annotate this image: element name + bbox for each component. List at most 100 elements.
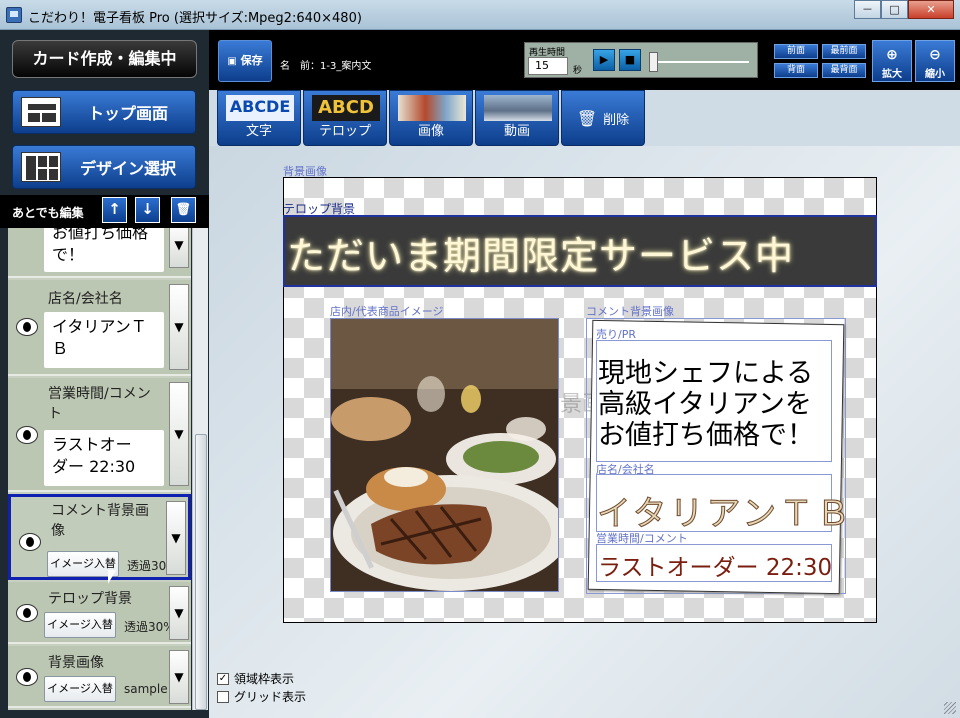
playback-slider-knob[interactable] [649,52,658,72]
top-screen-button[interactable]: トップ画面 [12,90,196,134]
playback-slider-track[interactable] [649,61,749,63]
play-time-unit: 秒 [573,66,583,76]
layer-name: 店名/会社名 [48,291,123,307]
stop-button[interactable]: ■ [619,49,641,71]
layer-item-telop-bg[interactable]: テロップ背景 イメージ入替 透過30% ▼ [8,582,191,644]
layer-dropdown[interactable]: ▼ [169,586,189,640]
image-tool-label: 画像 [417,124,444,139]
visibility-eye-icon[interactable] [19,533,41,551]
layer-list-scrollbar[interactable] [192,228,208,710]
pr-text: 現地シェフによる 高級イタリアンを お値打ち価格で！ [598,358,814,451]
layer-item-comment-bg[interactable]: コメント背景画像 イメージ入替 透過30% ▼ [8,494,191,580]
design-select-label: デザイン選択 [79,159,176,178]
layer-name: コメント背景画像 [51,503,149,539]
layer-list: お値打ち価格 で！ ▼ 店名/会社名 イタリアンＴ Ｂ ▼ 営業時間/コメント … [8,228,191,710]
design-grid-icon [21,152,61,182]
zoom-in-button[interactable]: ⊕ 拡大 [872,40,912,82]
bring-to-front-button[interactable]: 最前面 [822,44,866,59]
save-icon: ▣ [227,56,237,67]
visibility-eye-icon[interactable] [16,318,38,336]
visibility-eye-icon[interactable] [16,426,38,444]
delete-layer-button[interactable]: 🗑 [171,197,196,223]
layer-name: 背景画像 [48,655,104,671]
mouse-cursor-icon [108,570,116,584]
background-source-value: sample [124,682,168,696]
layer-dropdown[interactable]: ▼ [169,650,189,704]
layer-text-preview[interactable]: お値打ち価格 で！ [44,228,164,272]
window-title: こだわり！電子看板 Pro (選択サイズ:Mpeg2:640×480) [28,11,362,26]
visibility-eye-icon[interactable] [16,668,38,686]
replace-image-button[interactable]: イメージ入替 [44,612,116,638]
shop-name-text: イタリアンＴＢ [596,494,854,535]
layer-name: テロップ背景 [48,591,132,607]
layer-dropdown[interactable]: ▼ [169,382,189,486]
card-name-label: 名 前：1-3_案内文 [280,61,372,72]
photo-region-label: 店内/代表商品イメージ [330,305,444,318]
zoom-in-icon: ⊕ [886,47,898,63]
minimize-button[interactable]: － [854,0,881,19]
send-to-back-button[interactable]: 最背面 [822,63,866,78]
design-select-button[interactable]: デザイン選択 [12,145,196,189]
store-product-photo[interactable] [330,318,559,592]
mode-indicator-button[interactable]: カード作成・編集中 [12,40,197,78]
zoom-out-button[interactable]: ⊖ 縮小 [915,40,955,82]
layer-item-shop[interactable]: 店名/会社名 イタリアンＴ Ｂ ▼ [8,280,191,376]
transparency-value: 透過30% [124,620,175,634]
video-tool-button[interactable]: 動画 [475,90,559,146]
text-tool-button[interactable]: ABCDE 文字 [217,90,301,146]
send-backward-button[interactable]: 背面 [774,63,818,78]
visibility-eye-icon[interactable] [16,604,38,622]
save-label: 保存 [240,54,263,67]
show-grid-checkbox[interactable] [217,690,229,703]
layer-item-background[interactable]: 背景画像 イメージ入替 sample ▼ [8,646,191,708]
edit-later-label: あとでも編集 [12,206,84,220]
show-regions-checkbox[interactable]: ✓ [217,672,229,685]
show-grid-label: グリッド表示 [234,690,307,704]
delete-element-button[interactable]: 🗑 削除 [561,90,645,146]
app-icon [6,7,22,23]
show-regions-label: 領域枠表示 [234,672,295,686]
layer-dropdown[interactable]: ▼ [169,284,189,370]
zoom-out-label: 縮小 [925,69,945,80]
zoom-out-icon: ⊖ [929,47,941,63]
show-regions-option[interactable]: ✓ 領域枠表示 [217,670,294,687]
layer-edit-row: あとでも編集 ↑ ↓ 🗑 [0,195,209,228]
play-time-input[interactable]: 15 [528,57,568,75]
playback-panel: 再生時間 15 秒 ▶ ■ [524,42,758,78]
telop-text: ただいま期間限定サービス中 [287,234,795,278]
video-tool-thumbnail [484,95,552,121]
window-controls: － □ ✕ [854,0,954,19]
maximize-button[interactable]: □ [881,0,908,19]
telop-tool-button[interactable]: ABCD テロップ [303,90,387,146]
top-screen-icon [21,97,61,127]
layer-dropdown[interactable]: ▼ [166,501,186,575]
show-grid-option[interactable]: グリッド表示 [217,688,306,705]
replace-image-button[interactable]: イメージ入替 [44,676,116,702]
save-button[interactable]: ▣ 保存 [218,40,272,82]
top-screen-label: トップ画面 [87,104,168,123]
video-tool-label: 動画 [503,124,530,139]
layer-item-hours[interactable]: 営業時間/コメント ラストオー ダー 22:30 ▼ [8,378,191,492]
telop-region[interactable]: ただいま期間限定サービス中 [283,215,877,287]
bring-forward-button[interactable]: 前面 [774,44,818,59]
move-down-button[interactable]: ↓ [135,197,160,223]
trash-icon: 🗑 [576,108,598,128]
scrollbar-thumb[interactable] [195,434,207,710]
steak-dinner-image [331,319,558,591]
move-up-button[interactable]: ↑ [102,197,127,223]
image-tool-thumbnail [398,95,466,121]
comment-bg-region-label: コメント背景画像 [586,305,674,318]
layer-text-preview[interactable]: イタリアンＴ Ｂ [44,312,164,368]
telop-tool-label: テロップ [318,124,371,139]
image-tool-button[interactable]: 画像 [389,90,473,146]
layer-dropdown[interactable]: ▼ [169,228,189,268]
app-window: こだわり！電子看板 Pro (選択サイズ:Mpeg2:640×480) － □ … [0,0,960,718]
play-button[interactable]: ▶ [593,49,615,71]
resize-grip-icon[interactable] [944,702,956,714]
layer-item-pr[interactable]: お値打ち価格 で！ ▼ [8,228,191,278]
element-toolbar: ABCDE 文字 ABCD テロップ 画像 動画 🗑 削除 [209,90,960,146]
close-button[interactable]: ✕ [908,0,954,19]
layer-name: 営業時間/コメント [48,386,151,422]
layer-text-preview[interactable]: ラストオー ダー 22:30 [44,430,164,486]
text-tool-label: 文字 [245,124,272,139]
